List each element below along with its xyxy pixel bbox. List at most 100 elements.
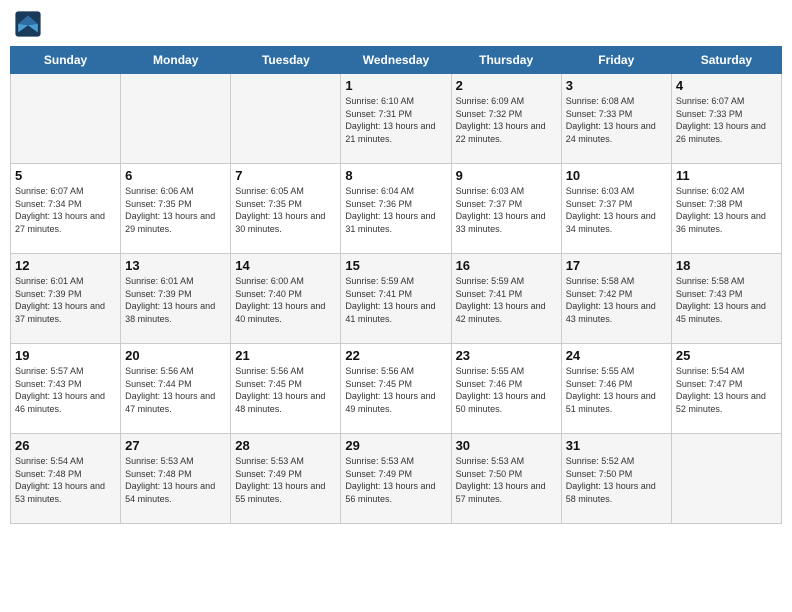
calendar-day-19: 19 Sunrise: 5:57 AM Sunset: 7:43 PM Dayli… — [11, 344, 121, 434]
day-detail: Sunrise: 5:54 AM Sunset: 7:48 PM Dayligh… — [15, 455, 116, 505]
calendar-day-30: 30 Sunrise: 5:53 AM Sunset: 7:50 PM Dayli… — [451, 434, 561, 524]
calendar-day-12: 12 Sunrise: 6:01 AM Sunset: 7:39 PM Dayli… — [11, 254, 121, 344]
calendar-day-8: 8 Sunrise: 6:04 AM Sunset: 7:36 PM Daylig… — [341, 164, 451, 254]
calendar-week-5: 26 Sunrise: 5:54 AM Sunset: 7:48 PM Dayli… — [11, 434, 782, 524]
calendar-week-4: 19 Sunrise: 5:57 AM Sunset: 7:43 PM Dayli… — [11, 344, 782, 434]
day-detail: Sunrise: 5:55 AM Sunset: 7:46 PM Dayligh… — [456, 365, 557, 415]
calendar-day-4: 4 Sunrise: 6:07 AM Sunset: 7:33 PM Daylig… — [671, 74, 781, 164]
calendar-day-empty — [11, 74, 121, 164]
day-detail: Sunrise: 5:56 AM Sunset: 7:44 PM Dayligh… — [125, 365, 226, 415]
day-detail: Sunrise: 6:07 AM Sunset: 7:33 PM Dayligh… — [676, 95, 777, 145]
day-detail: Sunrise: 6:02 AM Sunset: 7:38 PM Dayligh… — [676, 185, 777, 235]
day-detail: Sunrise: 6:08 AM Sunset: 7:33 PM Dayligh… — [566, 95, 667, 145]
day-number: 12 — [15, 258, 116, 273]
column-header-sunday: Sunday — [11, 47, 121, 74]
calendar-day-24: 24Sunrise: 5:55 AM Sunset: 7:46 PM Dayli… — [561, 344, 671, 434]
column-header-tuesday: Tuesday — [231, 47, 341, 74]
day-detail: Sunrise: 6:07 AM Sunset: 7:34 PM Dayligh… — [15, 185, 116, 235]
day-detail: Sunrise: 5:59 AM Sunset: 7:41 PM Dayligh… — [456, 275, 557, 325]
day-number: 30 — [456, 438, 557, 453]
calendar-header: SundayMondayTuesdayWednesdayThursdayFrid… — [11, 47, 782, 74]
day-number: 14 — [235, 258, 336, 273]
calendar-day-15: 15 Sunrise: 5:59 AM Sunset: 7:41 PM Dayli… — [341, 254, 451, 344]
day-detail: Sunrise: 6:01 AM Sunset: 7:39 PM Dayligh… — [125, 275, 226, 325]
column-header-wednesday: Wednesday — [341, 47, 451, 74]
day-detail: Sunrise: 5:59 AM Sunset: 7:41 PM Dayligh… — [345, 275, 446, 325]
calendar-day-16: 16 Sunrise: 5:59 AM Sunset: 7:41 PM Dayli… — [451, 254, 561, 344]
calendar-day-1: 1 Sunrise: 6:10 AM Sunset: 7:31 PM Daylig… — [341, 74, 451, 164]
day-detail: Sunrise: 5:53 AM Sunset: 7:48 PM Dayligh… — [125, 455, 226, 505]
day-number: 21 — [235, 348, 336, 363]
day-number: 4 — [676, 78, 777, 93]
day-number: 18 — [676, 258, 777, 273]
calendar-day-9: 9 Sunrise: 6:03 AM Sunset: 7:37 PM Daylig… — [451, 164, 561, 254]
day-number: 3 — [566, 78, 667, 93]
logo-icon — [14, 10, 42, 38]
day-detail: Sunrise: 6:04 AM Sunset: 7:36 PM Dayligh… — [345, 185, 446, 235]
day-number: 13 — [125, 258, 226, 273]
calendar-table: SundayMondayTuesdayWednesdayThursdayFrid… — [10, 46, 782, 524]
day-number: 6 — [125, 168, 226, 183]
day-number: 10 — [566, 168, 667, 183]
calendar-day-31: 31Sunrise: 5:52 AM Sunset: 7:50 PM Dayli… — [561, 434, 671, 524]
calendar-day-empty — [231, 74, 341, 164]
calendar-day-6: 6 Sunrise: 6:06 AM Sunset: 7:35 PM Daylig… — [121, 164, 231, 254]
day-number: 15 — [345, 258, 446, 273]
day-detail: Sunrise: 5:57 AM Sunset: 7:43 PM Dayligh… — [15, 365, 116, 415]
calendar-week-1: 1 Sunrise: 6:10 AM Sunset: 7:31 PM Daylig… — [11, 74, 782, 164]
day-number: 5 — [15, 168, 116, 183]
day-detail: Sunrise: 6:01 AM Sunset: 7:39 PM Dayligh… — [15, 275, 116, 325]
calendar-day-29: 29 Sunrise: 5:53 AM Sunset: 7:49 PM Dayli… — [341, 434, 451, 524]
day-number: 25 — [676, 348, 777, 363]
day-number: 17 — [566, 258, 667, 273]
page-header — [10, 10, 782, 38]
column-header-saturday: Saturday — [671, 47, 781, 74]
calendar-day-3: 3 Sunrise: 6:08 AM Sunset: 7:33 PM Daylig… — [561, 74, 671, 164]
day-detail: Sunrise: 5:56 AM Sunset: 7:45 PM Dayligh… — [345, 365, 446, 415]
day-detail: Sunrise: 5:54 AM Sunset: 7:47 PM Dayligh… — [676, 365, 777, 415]
calendar-day-10: 10Sunrise: 6:03 AM Sunset: 7:37 PM Dayli… — [561, 164, 671, 254]
day-number: 20 — [125, 348, 226, 363]
calendar-day-23: 23 Sunrise: 5:55 AM Sunset: 7:46 PM Dayli… — [451, 344, 561, 434]
day-number: 9 — [456, 168, 557, 183]
calendar-day-14: 14 Sunrise: 6:00 AM Sunset: 7:40 PM Dayli… — [231, 254, 341, 344]
calendar-day-25: 25 Sunrise: 5:54 AM Sunset: 7:47 PM Dayli… — [671, 344, 781, 434]
calendar-day-7: 7Sunrise: 6:05 AM Sunset: 7:35 PM Daylig… — [231, 164, 341, 254]
calendar-week-3: 12 Sunrise: 6:01 AM Sunset: 7:39 PM Dayli… — [11, 254, 782, 344]
calendar-day-18: 18Sunrise: 5:58 AM Sunset: 7:43 PM Dayli… — [671, 254, 781, 344]
day-detail: Sunrise: 6:06 AM Sunset: 7:35 PM Dayligh… — [125, 185, 226, 235]
calendar-day-21: 21 Sunrise: 5:56 AM Sunset: 7:45 PM Dayli… — [231, 344, 341, 434]
day-detail: Sunrise: 6:09 AM Sunset: 7:32 PM Dayligh… — [456, 95, 557, 145]
calendar-day-11: 11Sunrise: 6:02 AM Sunset: 7:38 PM Dayli… — [671, 164, 781, 254]
day-detail: Sunrise: 6:10 AM Sunset: 7:31 PM Dayligh… — [345, 95, 446, 145]
day-number: 28 — [235, 438, 336, 453]
calendar-body: 1 Sunrise: 6:10 AM Sunset: 7:31 PM Daylig… — [11, 74, 782, 524]
day-detail: Sunrise: 5:55 AM Sunset: 7:46 PM Dayligh… — [566, 365, 667, 415]
calendar-week-2: 5 Sunrise: 6:07 AM Sunset: 7:34 PM Daylig… — [11, 164, 782, 254]
calendar-day-22: 22Sunrise: 5:56 AM Sunset: 7:45 PM Dayli… — [341, 344, 451, 434]
day-number: 16 — [456, 258, 557, 273]
day-number: 8 — [345, 168, 446, 183]
day-detail: Sunrise: 5:53 AM Sunset: 7:50 PM Dayligh… — [456, 455, 557, 505]
calendar-day-20: 20 Sunrise: 5:56 AM Sunset: 7:44 PM Dayli… — [121, 344, 231, 434]
calendar-day-28: 28 Sunrise: 5:53 AM Sunset: 7:49 PM Dayli… — [231, 434, 341, 524]
day-number: 23 — [456, 348, 557, 363]
day-number: 2 — [456, 78, 557, 93]
calendar-day-27: 27 Sunrise: 5:53 AM Sunset: 7:48 PM Dayli… — [121, 434, 231, 524]
day-number: 26 — [15, 438, 116, 453]
day-detail: Sunrise: 6:00 AM Sunset: 7:40 PM Dayligh… — [235, 275, 336, 325]
logo — [14, 10, 46, 38]
column-header-friday: Friday — [561, 47, 671, 74]
day-number: 27 — [125, 438, 226, 453]
day-detail: Sunrise: 5:53 AM Sunset: 7:49 PM Dayligh… — [235, 455, 336, 505]
day-detail: Sunrise: 5:56 AM Sunset: 7:45 PM Dayligh… — [235, 365, 336, 415]
day-number: 29 — [345, 438, 446, 453]
day-number: 7 — [235, 168, 336, 183]
day-number: 19 — [15, 348, 116, 363]
calendar-day-5: 5 Sunrise: 6:07 AM Sunset: 7:34 PM Daylig… — [11, 164, 121, 254]
column-header-thursday: Thursday — [451, 47, 561, 74]
calendar-day-26: 26 Sunrise: 5:54 AM Sunset: 7:48 PM Dayli… — [11, 434, 121, 524]
day-number: 1 — [345, 78, 446, 93]
day-detail: Sunrise: 5:53 AM Sunset: 7:49 PM Dayligh… — [345, 455, 446, 505]
day-detail: Sunrise: 6:03 AM Sunset: 7:37 PM Dayligh… — [456, 185, 557, 235]
